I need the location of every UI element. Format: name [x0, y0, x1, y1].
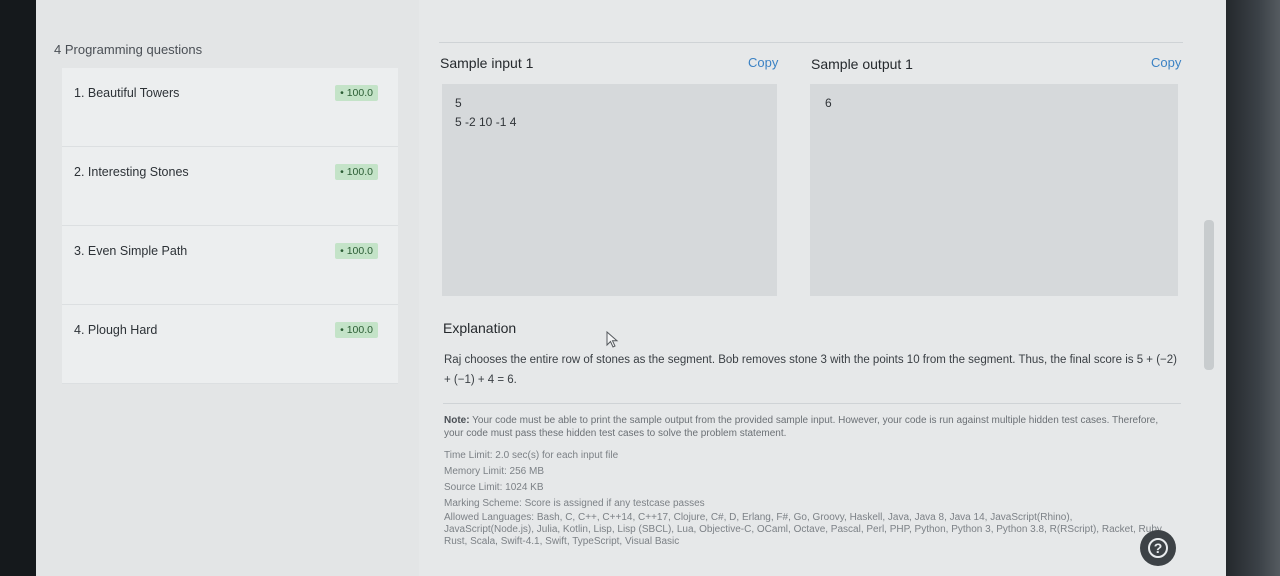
- source-limit: Source Limit: 1024 KB: [444, 482, 544, 493]
- sample-input-box[interactable]: 5 5 -2 10 -1 4: [442, 84, 777, 296]
- sample-input-line: 5 -2 10 -1 4: [455, 115, 517, 129]
- question-sidebar: 4 Programming questions 1. Beautiful Tow…: [36, 0, 419, 576]
- allowed-languages: Allowed Languages: Bash, C, C++, C++14, …: [444, 512, 1164, 547]
- question-item-interesting-stones[interactable]: 2. Interesting Stones • 100.0: [62, 147, 398, 226]
- score-badge: • 100.0: [335, 85, 378, 101]
- question-list: 1. Beautiful Towers • 100.0 2. Interesti…: [62, 68, 398, 384]
- explanation-text: Raj chooses the entire row of stones as …: [444, 354, 1177, 386]
- score-badge: • 100.0: [335, 164, 378, 180]
- note-body: Your code must be able to print the samp…: [444, 415, 1159, 439]
- score-badge: • 100.0: [335, 243, 378, 259]
- divider: [439, 42, 1183, 43]
- scrollbar[interactable]: [1204, 220, 1214, 370]
- copy-output-button[interactable]: Copy: [1151, 55, 1181, 70]
- question-item-plough-hard[interactable]: 4. Plough Hard • 100.0: [62, 305, 398, 384]
- explanation-title: Explanation: [443, 320, 517, 336]
- mouse-cursor-icon: [606, 331, 619, 348]
- question-label: 2. Interesting Stones: [74, 165, 189, 179]
- sample-output-line: 6: [825, 96, 832, 110]
- sample-output-title: Sample output 1: [811, 56, 913, 72]
- screen-bezel-right: [1226, 0, 1280, 576]
- questions-header: 4 Programming questions: [54, 42, 203, 57]
- question-label: 3. Even Simple Path: [74, 244, 188, 258]
- note-label: Note:: [444, 415, 470, 426]
- question-item-even-simple-path[interactable]: 3. Even Simple Path • 100.0: [62, 226, 398, 305]
- note-text: Note: Your code must be able to print th…: [444, 414, 1179, 440]
- problem-limits: Time Limit: 2.0 sec(s) for each input fi…: [444, 448, 1164, 548]
- marking-scheme: Marking Scheme: Score is assigned if any…: [444, 498, 705, 509]
- divider: [443, 403, 1181, 404]
- time-limit: Time Limit: 2.0 sec(s) for each input fi…: [444, 450, 619, 461]
- score-badge: • 100.0: [335, 322, 378, 338]
- memory-limit: Memory Limit: 256 MB: [444, 466, 545, 477]
- question-label: 4. Plough Hard: [74, 323, 158, 337]
- screen-bezel-left: [0, 0, 36, 576]
- problem-panel: Sample input 1 Copy 5 5 -2 10 -1 4 Sampl…: [419, 0, 1226, 576]
- sample-output-box[interactable]: 6: [810, 84, 1178, 296]
- copy-input-button[interactable]: Copy: [748, 55, 778, 70]
- sample-input-title: Sample input 1: [440, 55, 534, 71]
- question-label: 1. Beautiful Towers: [74, 86, 180, 100]
- sample-input-line: 5: [455, 96, 462, 110]
- help-button[interactable]: ?: [1140, 530, 1176, 566]
- question-item-beautiful-towers[interactable]: 1. Beautiful Towers • 100.0: [62, 68, 398, 147]
- question-icon: ?: [1148, 538, 1168, 558]
